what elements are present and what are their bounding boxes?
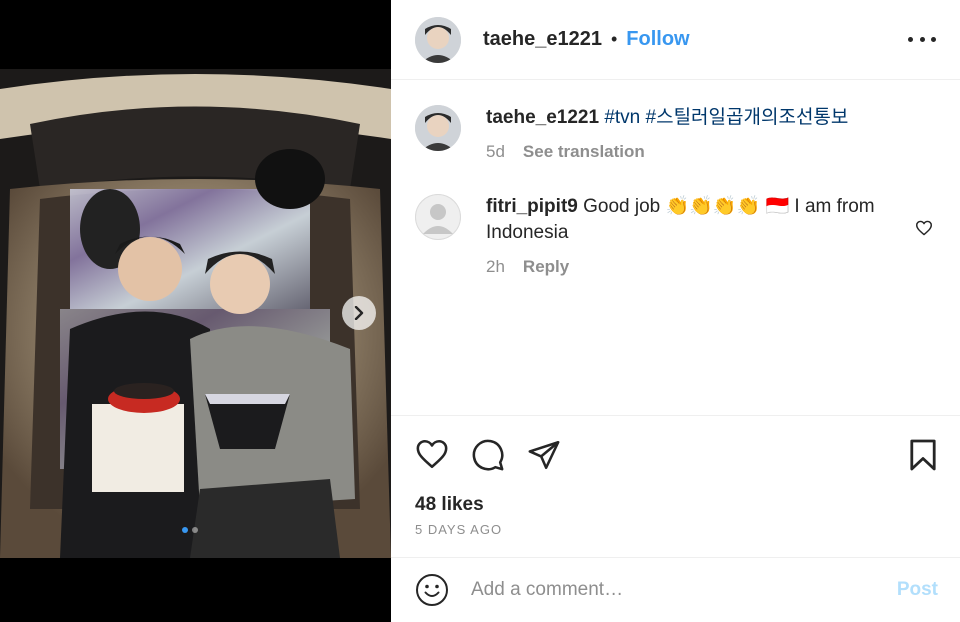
heart-outline-icon bbox=[416, 439, 448, 469]
post-timestamp[interactable]: 5 DAYS AGO bbox=[415, 522, 502, 537]
comment-age: 2h bbox=[486, 257, 505, 276]
author-avatar[interactable] bbox=[415, 16, 461, 63]
chevron-right-icon bbox=[354, 306, 364, 320]
avatar-image bbox=[415, 105, 461, 151]
comment-username[interactable]: fitri_pipit9 bbox=[486, 196, 578, 217]
post-actions: 48 likes 5 DAYS AGO bbox=[391, 415, 960, 557]
caption: taehe_e1221 #tvn #스틸러일곱개의조선통보 5d See tra… bbox=[415, 105, 935, 185]
next-photo-button[interactable] bbox=[342, 296, 376, 330]
emoji-picker-button[interactable] bbox=[415, 573, 449, 607]
smiley-icon bbox=[416, 574, 448, 606]
comment-button[interactable] bbox=[471, 438, 505, 477]
like-button[interactable] bbox=[415, 438, 449, 475]
hashtag-link[interactable]: #tvn bbox=[604, 107, 640, 128]
save-button[interactable] bbox=[909, 438, 937, 477]
comment-input[interactable] bbox=[471, 579, 897, 601]
post-side-panel: taehe_e1221 • Follow taehe_e1221 #tvn #스… bbox=[391, 0, 960, 622]
share-button[interactable] bbox=[527, 438, 561, 477]
carousel-indicator bbox=[182, 527, 198, 533]
follow-button[interactable]: Follow bbox=[626, 28, 689, 51]
comments-list: taehe_e1221 #tvn #스틸러일곱개의조선통보 5d See tra… bbox=[391, 81, 960, 415]
post-media-pane bbox=[0, 0, 391, 622]
paper-plane-icon bbox=[528, 440, 560, 470]
comment-like-button[interactable] bbox=[915, 220, 933, 241]
post-header: taehe_e1221 • Follow bbox=[391, 0, 960, 80]
comment-bubble-icon bbox=[472, 439, 504, 471]
action-icons bbox=[415, 438, 937, 474]
more-horizontal-icon-dot bbox=[908, 36, 913, 42]
see-translation-button[interactable]: See translation bbox=[523, 142, 645, 162]
comment-item: fitri_pipit9 Good job 👏👏👏👏 🇮🇩 I am from … bbox=[415, 194, 935, 294]
carousel-dot bbox=[192, 527, 198, 533]
reply-button[interactable]: Reply bbox=[523, 257, 569, 277]
commenter-avatar[interactable] bbox=[415, 194, 461, 240]
caption-meta: 5d See translation bbox=[486, 142, 906, 162]
caption-username[interactable]: taehe_e1221 bbox=[486, 107, 599, 128]
header-separator: • bbox=[610, 29, 618, 49]
default-avatar-icon bbox=[415, 194, 461, 240]
comment-text-start: Good job bbox=[583, 196, 661, 217]
caption-age: 5d bbox=[486, 142, 505, 161]
comment-composer: Post bbox=[391, 557, 960, 622]
avatar-image bbox=[415, 16, 461, 63]
photo-illustration bbox=[0, 69, 391, 558]
comment-emojis: 👏👏👏👏 🇮🇩 bbox=[665, 196, 790, 217]
carousel-dot-active bbox=[182, 527, 188, 533]
comment-meta: 2h Reply bbox=[486, 257, 906, 277]
author-username[interactable]: taehe_e1221 bbox=[483, 28, 602, 51]
more-horizontal-icon-dot bbox=[919, 36, 925, 42]
caption-author-avatar[interactable] bbox=[415, 105, 461, 151]
hashtag-link[interactable]: #스틸러일곱개의조선통보 bbox=[646, 107, 849, 128]
post-comment-button[interactable]: Post bbox=[897, 579, 938, 601]
comment-body: fitri_pipit9 Good job 👏👏👏👏 🇮🇩 I am from … bbox=[486, 194, 906, 277]
more-horizontal-icon-dot bbox=[931, 36, 936, 42]
post-photo[interactable] bbox=[0, 69, 391, 558]
bookmark-icon bbox=[910, 439, 936, 471]
likes-count[interactable]: 48 likes bbox=[415, 494, 484, 516]
heart-outline-icon bbox=[916, 220, 932, 236]
comment-text: fitri_pipit9 Good job 👏👏👏👏 🇮🇩 I am from … bbox=[486, 194, 906, 246]
more-options-button[interactable] bbox=[908, 28, 936, 50]
caption-body: taehe_e1221 #tvn #스틸러일곱개의조선통보 5d See tra… bbox=[486, 105, 906, 162]
caption-text: taehe_e1221 #tvn #스틸러일곱개의조선통보 bbox=[486, 105, 906, 131]
